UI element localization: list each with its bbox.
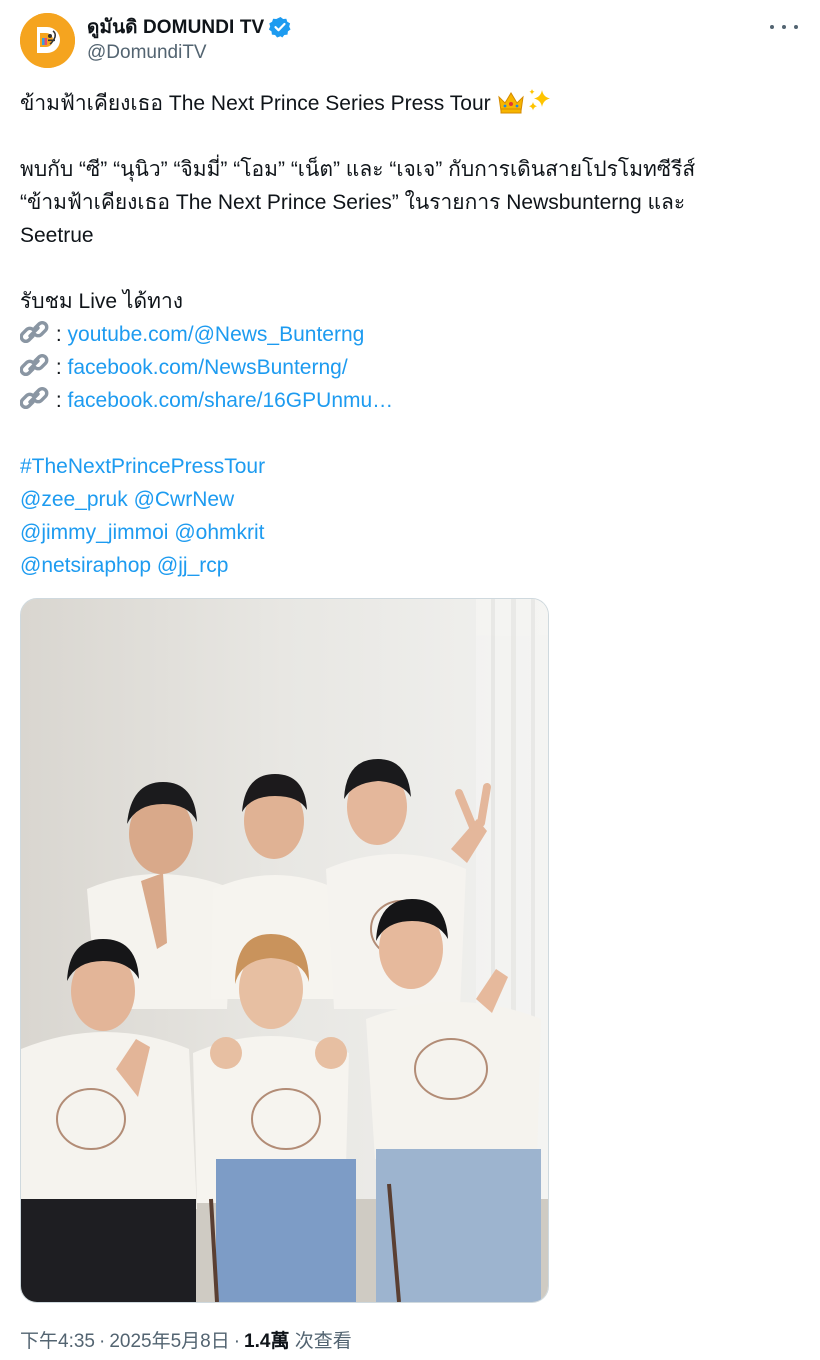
tweet-time[interactable]: 下午4:35 xyxy=(20,1331,95,1352)
mention-line: @zee_pruk @CwrNew xyxy=(20,483,805,516)
tweet-title: ข้ามฟ้าเคียงเธอ The Next Prince Series P… xyxy=(20,92,491,115)
youtube-link[interactable]: youtube.com/@News_Bunterng xyxy=(68,323,365,346)
more-dot-icon xyxy=(770,25,774,29)
verified-badge-icon[interactable] xyxy=(269,16,291,38)
watch-live-label: รับชม Live ได้ทาง xyxy=(20,290,183,313)
more-options-button[interactable] xyxy=(770,17,798,37)
tweet-meta: 下午4:35 · 2025年5月8日 · 1.4萬 次查看 xyxy=(20,1326,352,1353)
meta-separator: · xyxy=(233,1331,241,1352)
mention-link[interactable]: @zee_pruk xyxy=(20,488,128,511)
sparkles-emoji-icon xyxy=(526,87,554,125)
hashtag-line: #TheNextPrincePressTour xyxy=(20,450,805,483)
tweet-date[interactable]: 2025年5月8日 xyxy=(109,1331,229,1352)
tweet-text: ข้ามฟ้าเคียงเธอ The Next Prince Series P… xyxy=(19,87,805,582)
avatar[interactable] xyxy=(20,13,75,68)
tweet-paragraph-line: พบกับ “ซี” “นุนิว” “จิมมี่” “โอม” “เน็ต”… xyxy=(20,158,696,181)
mention-link[interactable]: @jimmy_jimmoi xyxy=(20,521,168,544)
link-line: : facebook.com/share/16GPUnmu… xyxy=(19,384,805,417)
group-photo-illustration xyxy=(21,599,548,1302)
domundi-logo-icon xyxy=(20,13,75,68)
link-separator: : xyxy=(50,356,68,379)
facebook-share-link[interactable]: facebook.com/share/16GPUnmu… xyxy=(68,389,394,412)
hashtag-link[interactable]: #TheNextPrincePressTour xyxy=(20,455,265,478)
tweet-paragraph-line: “ข้ามฟ้าเคียงเธอ The Next Prince Series”… xyxy=(20,191,686,214)
tweet-title-line: ข้ามฟ้าเคียงเธอ The Next Prince Series P… xyxy=(20,87,805,120)
more-dot-icon xyxy=(782,25,786,29)
crown-emoji-icon xyxy=(496,89,526,125)
handle[interactable]: @DomundiTV xyxy=(87,42,291,64)
author-info: ดูมันดิ DOMUNDI TV @DomundiTV xyxy=(87,14,291,64)
mention-link[interactable]: @CwrNew xyxy=(134,488,235,511)
views-label: 次查看 xyxy=(294,1331,352,1352)
link-line: : youtube.com/@News_Bunterng xyxy=(19,318,805,351)
tweet-paragraph-line: Seetrue xyxy=(20,224,94,247)
mention-line: @jimmy_jimmoi @ohmkrit xyxy=(20,516,805,549)
tweet-header: ดูมันดิ DOMUNDI TV @DomundiTV xyxy=(20,13,800,69)
link-separator: : xyxy=(50,323,68,346)
link-emoji-icon xyxy=(19,386,50,422)
mention-link[interactable]: @ohmkrit xyxy=(174,521,264,544)
mention-link[interactable]: @jj_rcp xyxy=(157,554,229,577)
display-name-row: ดูมันดิ DOMUNDI TV xyxy=(87,14,291,40)
mention-line: @netsiraphop @jj_rcp xyxy=(20,549,805,582)
display-name[interactable]: ดูมันดิ DOMUNDI TV xyxy=(87,12,264,42)
more-dot-icon xyxy=(794,25,798,29)
mention-link[interactable]: @netsiraphop xyxy=(20,554,151,577)
facebook-link[interactable]: facebook.com/NewsBunterng/ xyxy=(68,356,348,379)
tweet-photo[interactable] xyxy=(20,598,549,1303)
meta-separator: · xyxy=(98,1331,106,1352)
views-count[interactable]: 1.4萬 xyxy=(244,1331,289,1352)
link-separator: : xyxy=(50,389,68,412)
link-line: : facebook.com/NewsBunterng/ xyxy=(19,351,805,384)
